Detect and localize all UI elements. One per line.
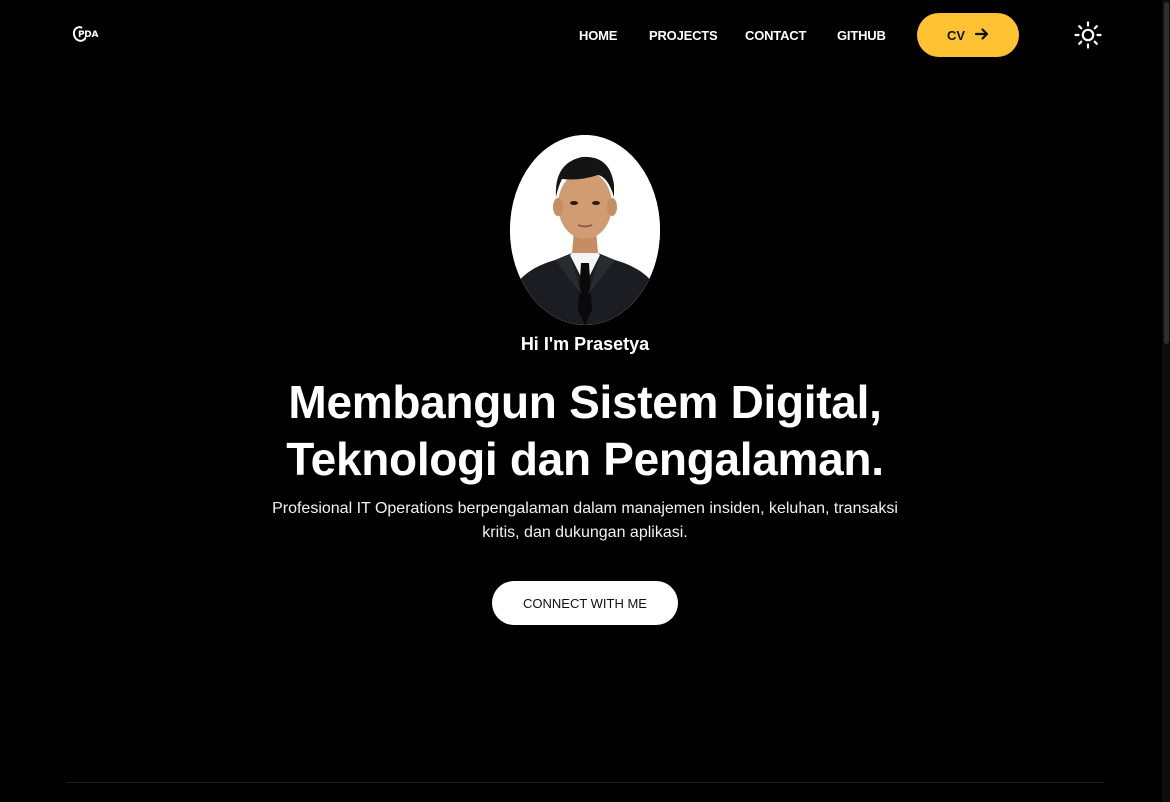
scrollbar-thumb[interactable] xyxy=(1164,2,1169,344)
nav-projects-link[interactable]: PROJECTS xyxy=(649,28,718,43)
scrollbar[interactable] xyxy=(1162,0,1170,802)
site-logo[interactable]: PDA xyxy=(70,24,103,48)
theme-toggle-button[interactable] xyxy=(1073,20,1103,50)
arrow-right-icon xyxy=(974,27,989,44)
sun-icon xyxy=(1074,21,1102,49)
connect-with-me-button[interactable]: CONNECT WITH ME xyxy=(492,581,678,625)
nav-contact-link[interactable]: CONTACT xyxy=(745,28,806,43)
page: PDA HOME PROJECTS CONTACT GITHUB CV Hi I… xyxy=(0,0,1170,802)
section-divider xyxy=(66,782,1103,783)
hero-headline-line-1: Membangun Sistem Digital, xyxy=(288,376,882,428)
profile-photo xyxy=(510,135,660,325)
hero-subtitle: Profesional IT Operations berpengalaman … xyxy=(272,500,898,541)
nav-github-link[interactable]: GITHUB xyxy=(837,28,886,43)
logo-text: PDA xyxy=(78,30,99,40)
hero-headline: Membangun Sistem Digital, Teknologi dan … xyxy=(0,374,1170,488)
hero-headline-line-2: Teknologi dan Pengalaman. xyxy=(286,433,884,485)
hero-greeting: Hi I'm Prasetya xyxy=(520,334,650,354)
cv-button-label: CV xyxy=(946,27,966,43)
cv-button[interactable]: CV xyxy=(917,13,1019,57)
nav-home-link[interactable]: HOME xyxy=(579,28,617,43)
